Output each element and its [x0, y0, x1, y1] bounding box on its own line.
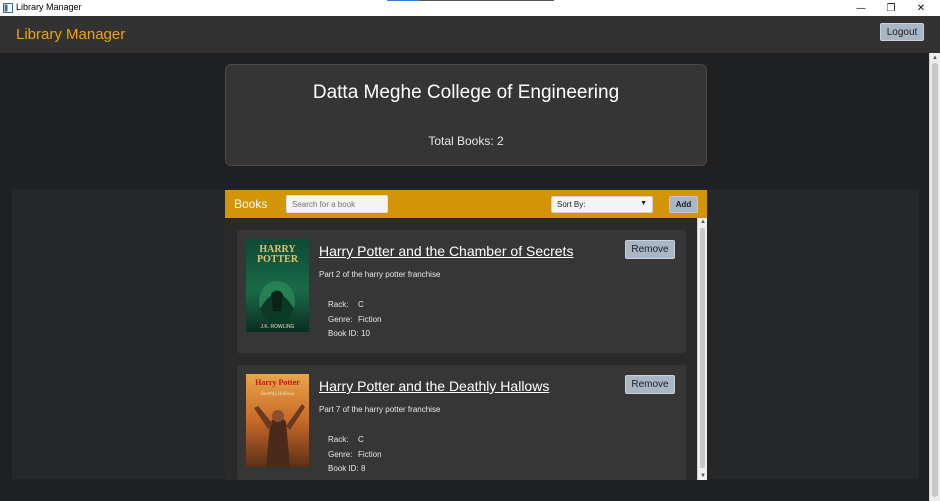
cover-title-line1: Harry Potter: [255, 378, 300, 387]
chevron-down-icon: ▼: [640, 200, 647, 207]
page-scroll-thumb[interactable]: [932, 63, 938, 497]
book-cover: HARRY POTTER J.K. ROWLING: [246, 239, 309, 332]
genre-value: Fiction: [358, 315, 382, 324]
sort-label: Sort By:: [557, 200, 586, 209]
restore-icon: ❐: [886, 2, 896, 14]
books-list-scroll-thumb[interactable]: [700, 228, 705, 468]
cover-title-line2: POTTER: [257, 254, 299, 265]
app-window-icon: [3, 3, 13, 13]
window-title-bar: Library Manager — ❐ ✕: [0, 0, 940, 16]
total-books: Total Books: 2: [428, 134, 504, 148]
book-id-value: 8: [361, 464, 366, 473]
window-title: Library Manager: [16, 2, 82, 12]
scroll-down-icon[interactable]: ▼: [700, 473, 706, 479]
remove-button[interactable]: Remove: [625, 375, 675, 394]
search-input[interactable]: [286, 195, 388, 213]
book-title-link[interactable]: Harry Potter and the Deathly Hallows: [319, 378, 549, 394]
rack-value: C: [358, 435, 364, 444]
book-cover: Harry Potter Deathly Hallows: [246, 374, 309, 467]
rack-value: C: [358, 300, 364, 309]
title-bar-accent: [387, 0, 420, 1]
genre-label: Genre:: [328, 315, 353, 324]
restore-button[interactable]: ❐: [876, 0, 906, 16]
scroll-up-icon[interactable]: ▲: [700, 219, 706, 225]
close-icon: ✕: [916, 2, 926, 14]
books-title: Books: [234, 197, 268, 211]
app-brand: Library Manager: [16, 26, 126, 43]
sort-select[interactable]: Sort By: ▼: [551, 196, 653, 213]
deathly-hallows-cover-art: Harry Potter Deathly Hallows: [246, 374, 309, 467]
genre-value: Fiction: [358, 450, 382, 459]
college-card: Datta Meghe College of Engineering Total…: [225, 64, 707, 166]
cover-author: J.K. ROWLING: [261, 324, 295, 330]
cover-title-line2: Deathly Hallows: [260, 392, 295, 397]
scroll-up-icon[interactable]: ▲: [932, 55, 938, 61]
books-toolbar: Books Sort By: ▼ Add: [225, 190, 707, 218]
rack-label: Rack:: [328, 435, 349, 444]
book-description: Part 2 of the harry potter franchise: [319, 270, 441, 279]
book-description: Part 7 of the harry potter franchise: [319, 405, 441, 414]
book-title-link[interactable]: Harry Potter and the Chamber of Secrets: [319, 243, 573, 259]
logout-button[interactable]: Logout: [880, 23, 924, 41]
book-id-label: Book ID:: [328, 464, 359, 473]
minimize-button[interactable]: —: [846, 0, 876, 16]
page-scrollbar[interactable]: ▲: [929, 53, 940, 501]
remove-button[interactable]: Remove: [625, 240, 675, 259]
app-header: Library Manager Logout: [0, 16, 940, 53]
book-id-value: 10: [361, 329, 370, 338]
chamber-of-secrets-cover-art: HARRY POTTER J.K. ROWLING: [246, 239, 309, 332]
books-list-scrollbar[interactable]: ▲ ▼: [697, 218, 707, 480]
genre-label: Genre:: [328, 450, 353, 459]
close-button[interactable]: ✕: [906, 0, 936, 16]
rack-label: Rack:: [328, 300, 349, 309]
add-book-button[interactable]: Add: [669, 196, 698, 213]
books-panel: Books Sort By: ▼ Add HAR: [225, 190, 707, 480]
college-name: Datta Meghe College of Engineering: [312, 82, 620, 103]
book-id-label: Book ID:: [328, 329, 359, 338]
book-card: Harry Potter Deathly Hallows Harry Potte…: [237, 365, 686, 480]
minimize-icon: —: [856, 2, 866, 14]
book-card: HARRY POTTER J.K. ROWLING Harry Potter a…: [237, 230, 686, 353]
